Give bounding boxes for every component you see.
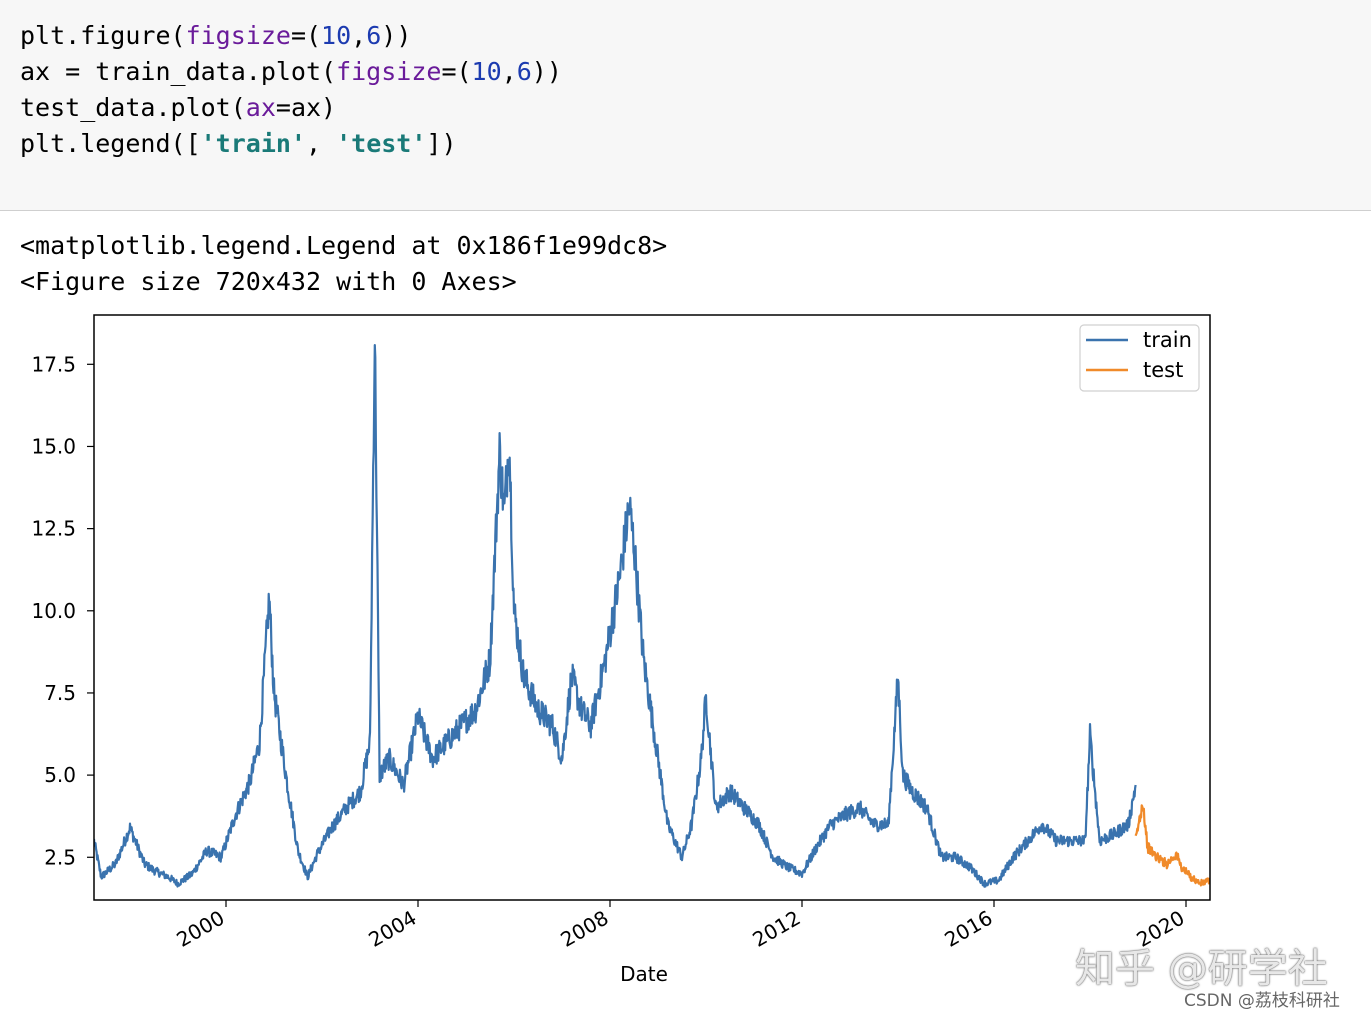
series-line-test [1136, 805, 1210, 885]
watermark-csdn: CSDN @荔枝科研社 [1184, 986, 1340, 1011]
code-line-2: ax = train_data.plot(figsize=(10,6)) [20, 54, 562, 90]
x-tick-label: 2004 [364, 906, 420, 952]
x-tick-label: 2016 [940, 906, 996, 952]
code-line-1: plt.figure(figsize=(10,6)) [20, 18, 411, 54]
series-line-train [94, 345, 1136, 887]
y-tick-label: 12.5 [31, 517, 76, 541]
output-figure-repr: <Figure size 720x432 with 0 Axes> [20, 264, 517, 300]
legend-label-train: train [1143, 328, 1192, 352]
code-line-4: plt.legend(['train', 'test']) [20, 126, 457, 162]
code-line-3: test_data.plot(ax=ax) [20, 90, 336, 126]
x-tick-label: 2000 [172, 906, 228, 952]
y-tick-label: 7.5 [44, 681, 76, 705]
output-legend-repr: <matplotlib.legend.Legend at 0x186f1e99d… [20, 228, 667, 264]
y-tick-label: 5.0 [44, 763, 76, 787]
code-cell[interactable]: plt.figure(figsize=(10,6)) ax = train_da… [0, 0, 1371, 211]
x-tick-label: 2012 [748, 906, 804, 952]
axes-frame [94, 315, 1210, 900]
legend-label-test: test [1143, 358, 1183, 382]
y-tick-label: 15.0 [31, 434, 76, 458]
y-tick-label: 2.5 [44, 845, 76, 869]
line-chart: 2.5 5.0 7.5 10.0 12.5 15.0 17.5 2000 2004 2008 201… [0, 300, 1371, 1000]
y-tick-label: 10.0 [31, 599, 76, 623]
x-axis-label: Date [620, 962, 668, 986]
y-tick-label: 17.5 [31, 352, 76, 376]
x-tick-label: 2008 [556, 906, 612, 952]
